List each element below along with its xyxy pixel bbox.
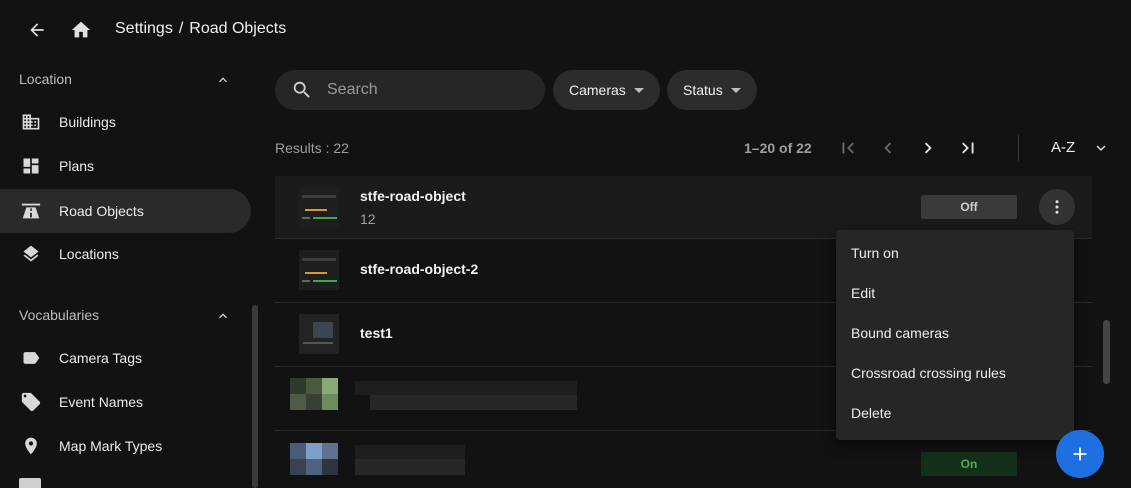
row-name: test1 [360, 325, 393, 341]
sidebar-scrollbar[interactable] [252, 305, 258, 488]
sidebar-item-camera-tags[interactable]: Camera Tags [0, 336, 251, 380]
chevron-down-icon[interactable] [1090, 137, 1112, 159]
sidebar-item-event-names[interactable]: Event Names [0, 380, 251, 424]
dashboard-icon [19, 154, 43, 178]
menu-item-turn-on[interactable]: Turn on [851, 245, 899, 261]
tag-icon [19, 346, 43, 370]
sidebar-item-locations[interactable]: Locations [0, 232, 251, 276]
row-thumbnail [299, 187, 339, 227]
breadcrumb-settings[interactable]: Settings [115, 20, 173, 38]
sidebar-item-label: Road Objects [59, 203, 144, 219]
building-icon [19, 110, 43, 134]
add-button[interactable] [1056, 430, 1104, 478]
menu-item-edit[interactable]: Edit [851, 285, 875, 301]
row-thumbnail [299, 314, 339, 354]
sidebar-item-label: Camera Tags [59, 350, 143, 366]
cameras-filter[interactable]: Cameras [553, 70, 660, 110]
pagination-range: 1–20 of 22 [744, 140, 812, 156]
back-arrow-icon[interactable] [25, 18, 49, 42]
sidebar-item-buildings[interactable]: Buildings [0, 100, 251, 144]
sidebar-item-label: Buildings [59, 114, 116, 130]
home-icon[interactable] [69, 18, 93, 42]
last-page-icon[interactable] [956, 136, 980, 160]
row-subtitle: 12 [360, 211, 376, 227]
first-page-icon[interactable] [836, 136, 860, 160]
sidebar-item-label: Map Mark Types [59, 438, 163, 454]
top-bar: Settings / Road Objects [0, 0, 1131, 60]
map-pin-icon [19, 434, 43, 458]
caret-down-icon [730, 87, 741, 93]
results-count: Results : 22 [275, 140, 349, 156]
section-location-title: Location [19, 71, 72, 87]
status-toggle[interactable]: Off [921, 195, 1017, 219]
main-scrollbar[interactable] [1103, 320, 1110, 384]
search-input[interactable] [325, 80, 529, 100]
more-vert-icon[interactable] [1039, 189, 1075, 225]
prev-page-icon[interactable] [876, 136, 900, 160]
breadcrumb-separator: / [178, 20, 184, 37]
toolbar-divider [1018, 135, 1019, 161]
cameras-filter-label: Cameras [569, 82, 626, 98]
menu-item-crossroad-rules[interactable]: Crossroad crossing rules [851, 365, 1006, 381]
menu-item-bound-cameras[interactable]: Bound cameras [851, 325, 949, 341]
sidebar-item-label: Plans [59, 158, 95, 174]
status-toggle[interactable]: On [921, 452, 1017, 476]
layers-icon [19, 242, 43, 266]
row-context-menu: Turn on Edit Bound cameras Crossroad cro… [836, 230, 1074, 440]
chevron-up-icon[interactable] [213, 306, 233, 326]
menu-item-delete[interactable]: Delete [851, 405, 891, 421]
next-page-icon[interactable] [916, 136, 940, 160]
partial-sidebar-icon [19, 478, 41, 488]
row-name: stfe-road-object [360, 188, 466, 204]
chevron-up-icon[interactable] [213, 70, 233, 90]
sidebar-item-road-objects[interactable]: Road Objects [0, 189, 251, 233]
sidebar-item-plans[interactable]: Plans [0, 144, 251, 188]
search-icon [291, 79, 313, 101]
row-thumbnail [299, 250, 339, 290]
sort-label[interactable]: A-Z [1051, 139, 1075, 156]
tags-icon [19, 390, 43, 414]
breadcrumb-current: Road Objects [189, 20, 287, 37]
breadcrumb: Settings / Road Objects [115, 20, 286, 38]
sidebar-item-label: Locations [59, 246, 119, 262]
sidebar-item-map-mark-types[interactable]: Map Mark Types [0, 424, 251, 468]
row-name: stfe-road-object-2 [360, 261, 479, 277]
status-filter-label: Status [683, 82, 723, 98]
section-vocabularies-title: Vocabularies [19, 307, 100, 323]
road-icon [19, 199, 43, 223]
plus-icon [1069, 443, 1091, 465]
caret-down-icon [633, 87, 644, 93]
status-filter[interactable]: Status [667, 70, 757, 110]
search-box[interactable] [275, 70, 545, 110]
sidebar-item-label: Event Names [59, 394, 144, 410]
